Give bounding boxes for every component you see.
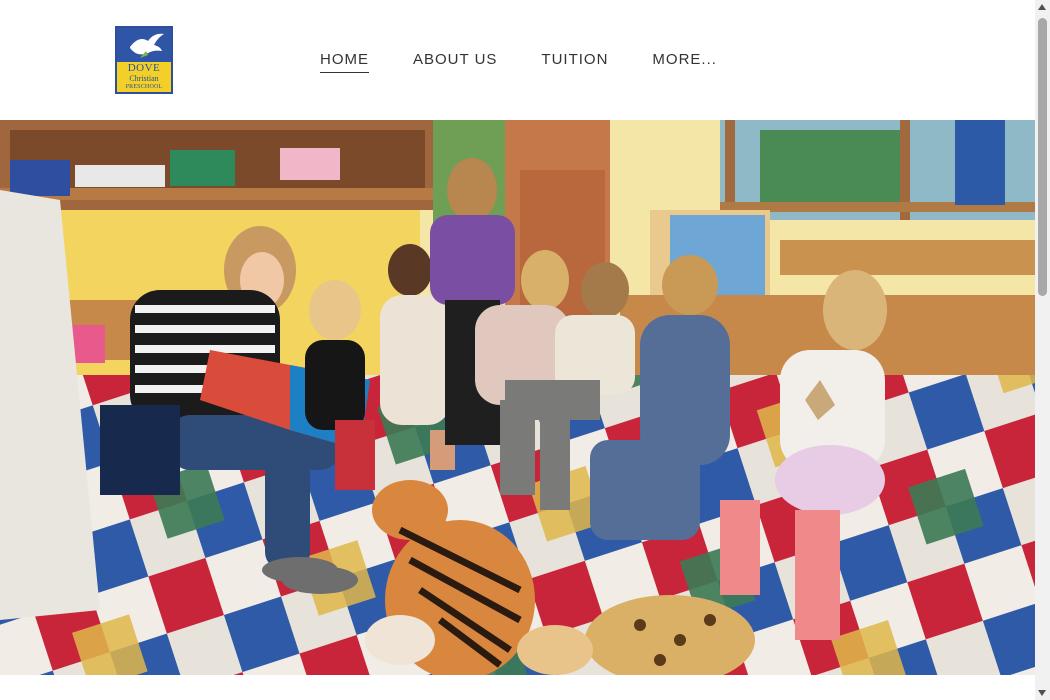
page-scrollbar[interactable] [1035,0,1050,700]
logo-line-1: DOVE [127,62,161,74]
dove-icon [130,33,164,58]
logo-sky [117,28,171,62]
main-nav: HOME ABOUT US TUITION MORE... [320,51,761,73]
scroll-up-arrow-icon[interactable] [1038,4,1046,10]
classroom-photo [0,120,1035,675]
logo-text: DOVE Christian PRESCHOOL [117,62,171,91]
hero-image [0,120,1035,675]
nav-about-us[interactable]: ABOUT US [413,51,497,73]
scroll-down-arrow-icon[interactable] [1038,690,1046,696]
site-header: DOVE Christian PRESCHOOL HOME ABOUT US T… [0,0,1035,120]
nav-tuition[interactable]: TUITION [541,51,608,73]
scroll-thumb[interactable] [1038,18,1047,296]
logo-line-3: PRESCHOOL [125,84,163,90]
nav-more[interactable]: MORE... [652,51,717,73]
logo-line-2: Christian [129,74,159,83]
school-logo[interactable]: DOVE Christian PRESCHOOL [115,26,173,94]
nav-home[interactable]: HOME [320,51,369,73]
